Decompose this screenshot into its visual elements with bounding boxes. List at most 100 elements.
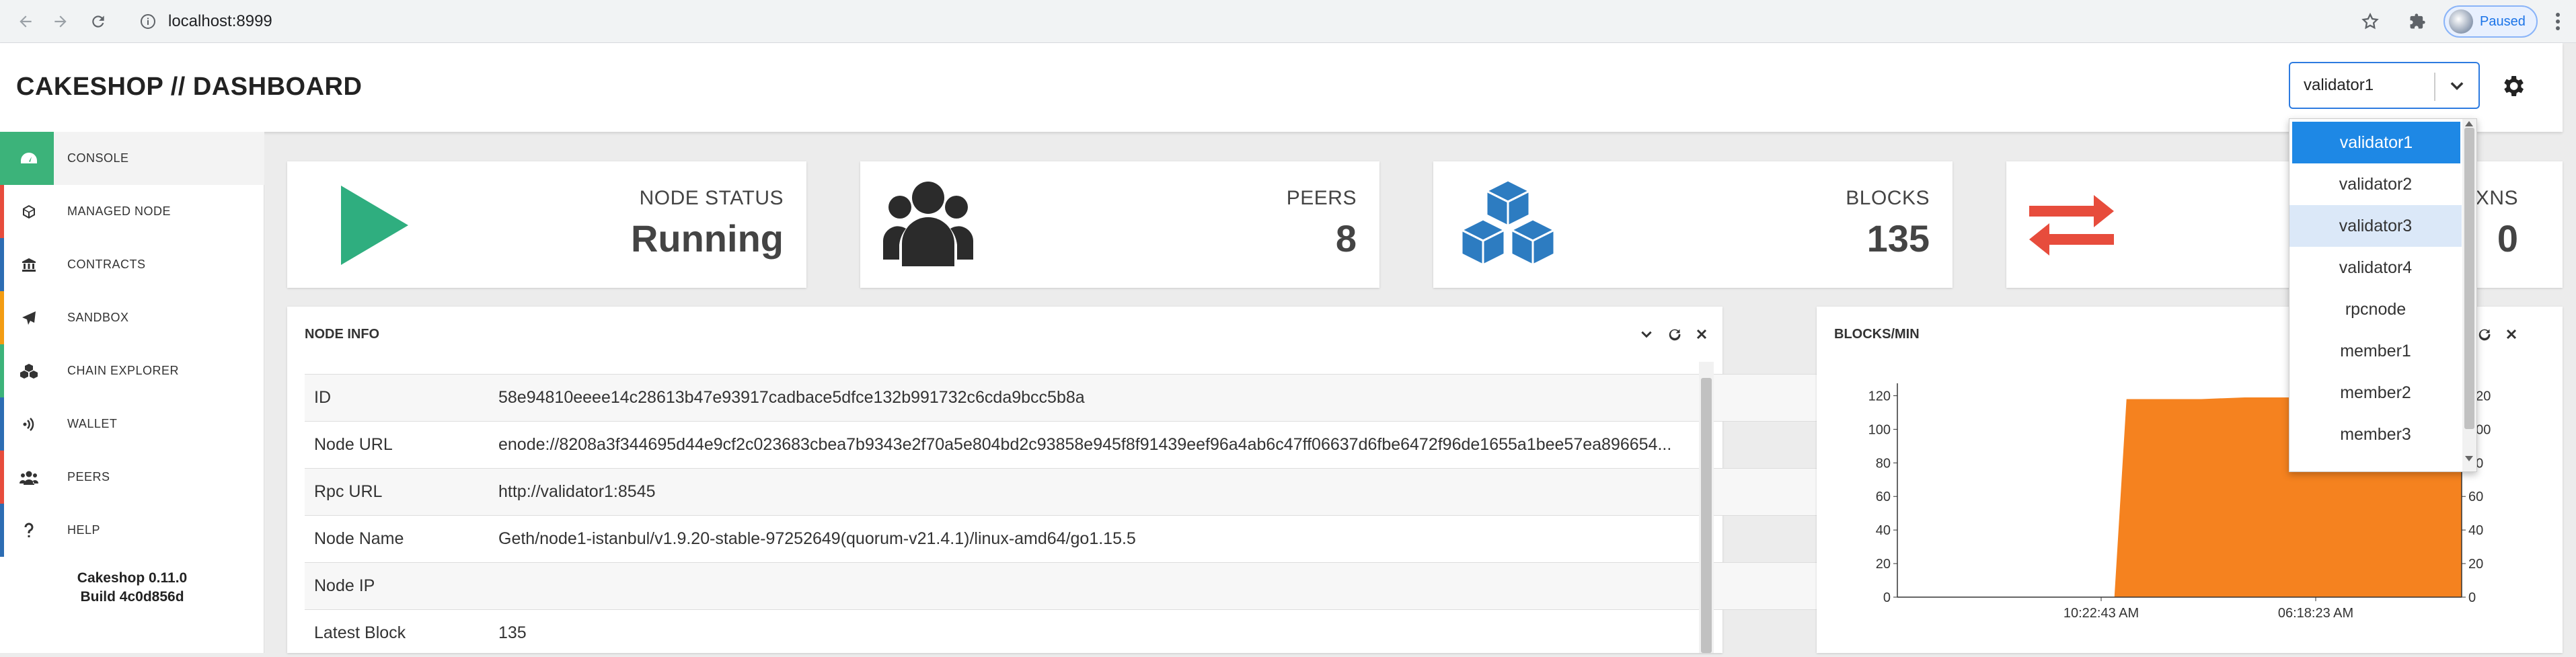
sidebar-item-managed-node[interactable]: MANAGED NODE <box>0 185 264 238</box>
sidebar-item-contracts[interactable]: CONTRACTS <box>0 238 264 291</box>
back-icon[interactable] <box>12 8 39 35</box>
exchange-icon <box>2029 195 2114 256</box>
sidebar-item-sandbox[interactable]: SANDBOX <box>0 291 264 344</box>
avatar <box>2449 9 2473 34</box>
row-key: ID <box>314 388 331 407</box>
option-member2[interactable]: member2 <box>2289 372 2462 414</box>
forward-icon[interactable] <box>47 8 74 35</box>
y-tick-label-left: 80 <box>1876 456 1891 471</box>
version-info: Cakeshop 0.11.0 Build 4c0d856d <box>0 569 264 607</box>
txns-card: TXNS 0 <box>2006 161 2563 288</box>
sidebar-item-peers[interactable]: PEERS <box>0 451 264 504</box>
cubes-icon <box>1456 178 1560 266</box>
node-status-value: Running <box>630 217 784 260</box>
row-value <box>489 563 1969 610</box>
profile-paused-button[interactable]: Paused <box>2444 5 2538 38</box>
option-member3[interactable]: member3 <box>2289 414 2462 455</box>
row-value: 58e94810eeee14c28613b47e93917cadbace5dfc… <box>498 388 1085 407</box>
chevron-down-icon[interactable] <box>1636 324 1657 344</box>
x-tick-label: 06:18:23 AM <box>2278 606 2353 621</box>
row-key: Node IP <box>314 576 375 595</box>
blocks-label: BLOCKS <box>1846 187 1930 209</box>
peers-value: 8 <box>1335 217 1357 260</box>
build-text: Build 4c0d856d <box>80 589 184 605</box>
option-rpcnode[interactable]: rpcnode <box>2289 288 2462 330</box>
node-info-panel: NODE INFO ID 58e94810eeee14c28613b47e9391… <box>287 307 1969 653</box>
table-row: Node URL enode://8208a3f344695d44e9cf2c02… <box>305 421 1969 469</box>
option-validator1[interactable]: validator1 <box>2292 122 2460 163</box>
app-header <box>0 43 2563 132</box>
row-value: enode://8208a3f344695d44e9cf2c023683cbea… <box>498 435 1672 454</box>
y-tick-label-right: 20 <box>2468 557 2483 572</box>
dashboard-icon <box>0 132 54 185</box>
y-tick-label-left: 60 <box>1876 490 1891 504</box>
info-icon[interactable] <box>140 13 156 30</box>
option-member1[interactable]: member1 <box>2289 330 2462 372</box>
option-validator4[interactable]: validator4 <box>2289 247 2462 288</box>
sidebar-item-chain-explorer[interactable]: CHAIN EXPLORER <box>0 344 264 397</box>
blocks-value: 135 <box>1866 217 1930 260</box>
peers-card: PEERS 8 <box>860 161 1379 288</box>
address-bar[interactable]: localhost:8999 <box>128 4 2401 39</box>
gear-icon[interactable] <box>2499 73 2526 100</box>
node-select[interactable]: validator1 <box>2289 62 2480 109</box>
users-icon <box>0 451 54 504</box>
row-value: 135 <box>498 623 527 643</box>
browser-menu-icon[interactable] <box>2553 11 2563 32</box>
node-info-table: ID 58e94810eeee14c28613b47e93917cadbace5d… <box>305 374 1969 657</box>
sidebar-item-label: CONTRACTS <box>67 258 146 271</box>
scrollbar-thumb[interactable] <box>1701 378 1712 653</box>
page-title: CAKESHOP // DASHBOARD <box>16 73 363 101</box>
node-status-card: NODE STATUS Running <box>287 161 806 288</box>
peers-label: PEERS <box>1286 187 1357 209</box>
scrollbar-thumb[interactable] <box>2464 128 2474 429</box>
sidebar-item-label: PEERS <box>67 470 110 484</box>
sidebar-item-label: MANAGED NODE <box>67 204 172 218</box>
node-select-value: validator1 <box>2304 76 2374 94</box>
y-tick-label-left: 120 <box>1868 389 1891 403</box>
y-tick-label-left: 20 <box>1876 557 1891 572</box>
node-select-dropdown: validator1 validator2 validator3 validat… <box>2289 118 2477 472</box>
question-icon <box>0 504 54 557</box>
reload-icon[interactable] <box>85 8 112 35</box>
wifi-icon <box>0 397 54 451</box>
y-tick-label-right: 0 <box>2468 590 2476 605</box>
row-key: Node URL <box>314 435 393 454</box>
play-icon <box>341 186 408 265</box>
option-validator3[interactable]: validator3 <box>2289 205 2462 247</box>
sidebar-item-label: CONSOLE <box>67 151 129 165</box>
sidebar-item-wallet[interactable]: WALLET <box>0 397 264 451</box>
row-value: Geth/node1-istanbul/v1.9.20-stable-97252… <box>498 529 1136 548</box>
table-row: ID 58e94810eeee14c28613b47e93917cadbace5d… <box>305 374 1969 422</box>
scroll-up-icon[interactable] <box>2465 121 2473 126</box>
txns-value: 0 <box>2497 217 2518 260</box>
table-row: Latest Block 135 <box>305 609 1969 657</box>
sidebar-item-label: HELP <box>67 523 101 537</box>
users-icon <box>883 178 973 266</box>
node-status-label: NODE STATUS <box>639 187 784 209</box>
sidebar-item-console[interactable]: CONSOLE <box>0 132 264 185</box>
scroll-down-icon[interactable] <box>2465 456 2473 461</box>
x-tick-label: 10:22:43 AM <box>2063 606 2139 621</box>
blocks-card: BLOCKS 135 <box>1433 161 1953 288</box>
row-key: Node Name <box>314 529 404 548</box>
row-value: http://validator1:8545 <box>498 482 656 501</box>
y-tick-label-left: 0 <box>1883 590 1891 605</box>
sidebar-item-label: SANDBOX <box>67 311 129 324</box>
version-text: Cakeshop 0.11.0 <box>77 570 188 586</box>
table-row: Node IP <box>305 562 1969 610</box>
sidebar-item-help[interactable]: HELP <box>0 504 264 557</box>
y-tick-label-right: 40 <box>2468 523 2483 538</box>
close-icon[interactable] <box>1692 324 1712 344</box>
select-divider <box>2434 73 2435 101</box>
bank-icon <box>0 238 54 291</box>
cube-icon <box>0 185 54 238</box>
extensions-icon[interactable] <box>2408 12 2427 31</box>
option-validator2[interactable]: validator2 <box>2289 163 2462 205</box>
url-text: localhost:8999 <box>168 12 272 30</box>
row-key: Latest Block <box>314 623 406 643</box>
table-row: Node Name Geth/node1-istanbul/v1.9.20-sta… <box>305 515 1969 563</box>
chevron-down-icon <box>2448 77 2466 95</box>
refresh-icon[interactable] <box>1665 324 1685 344</box>
bookmark-star-icon[interactable] <box>2361 12 2380 31</box>
